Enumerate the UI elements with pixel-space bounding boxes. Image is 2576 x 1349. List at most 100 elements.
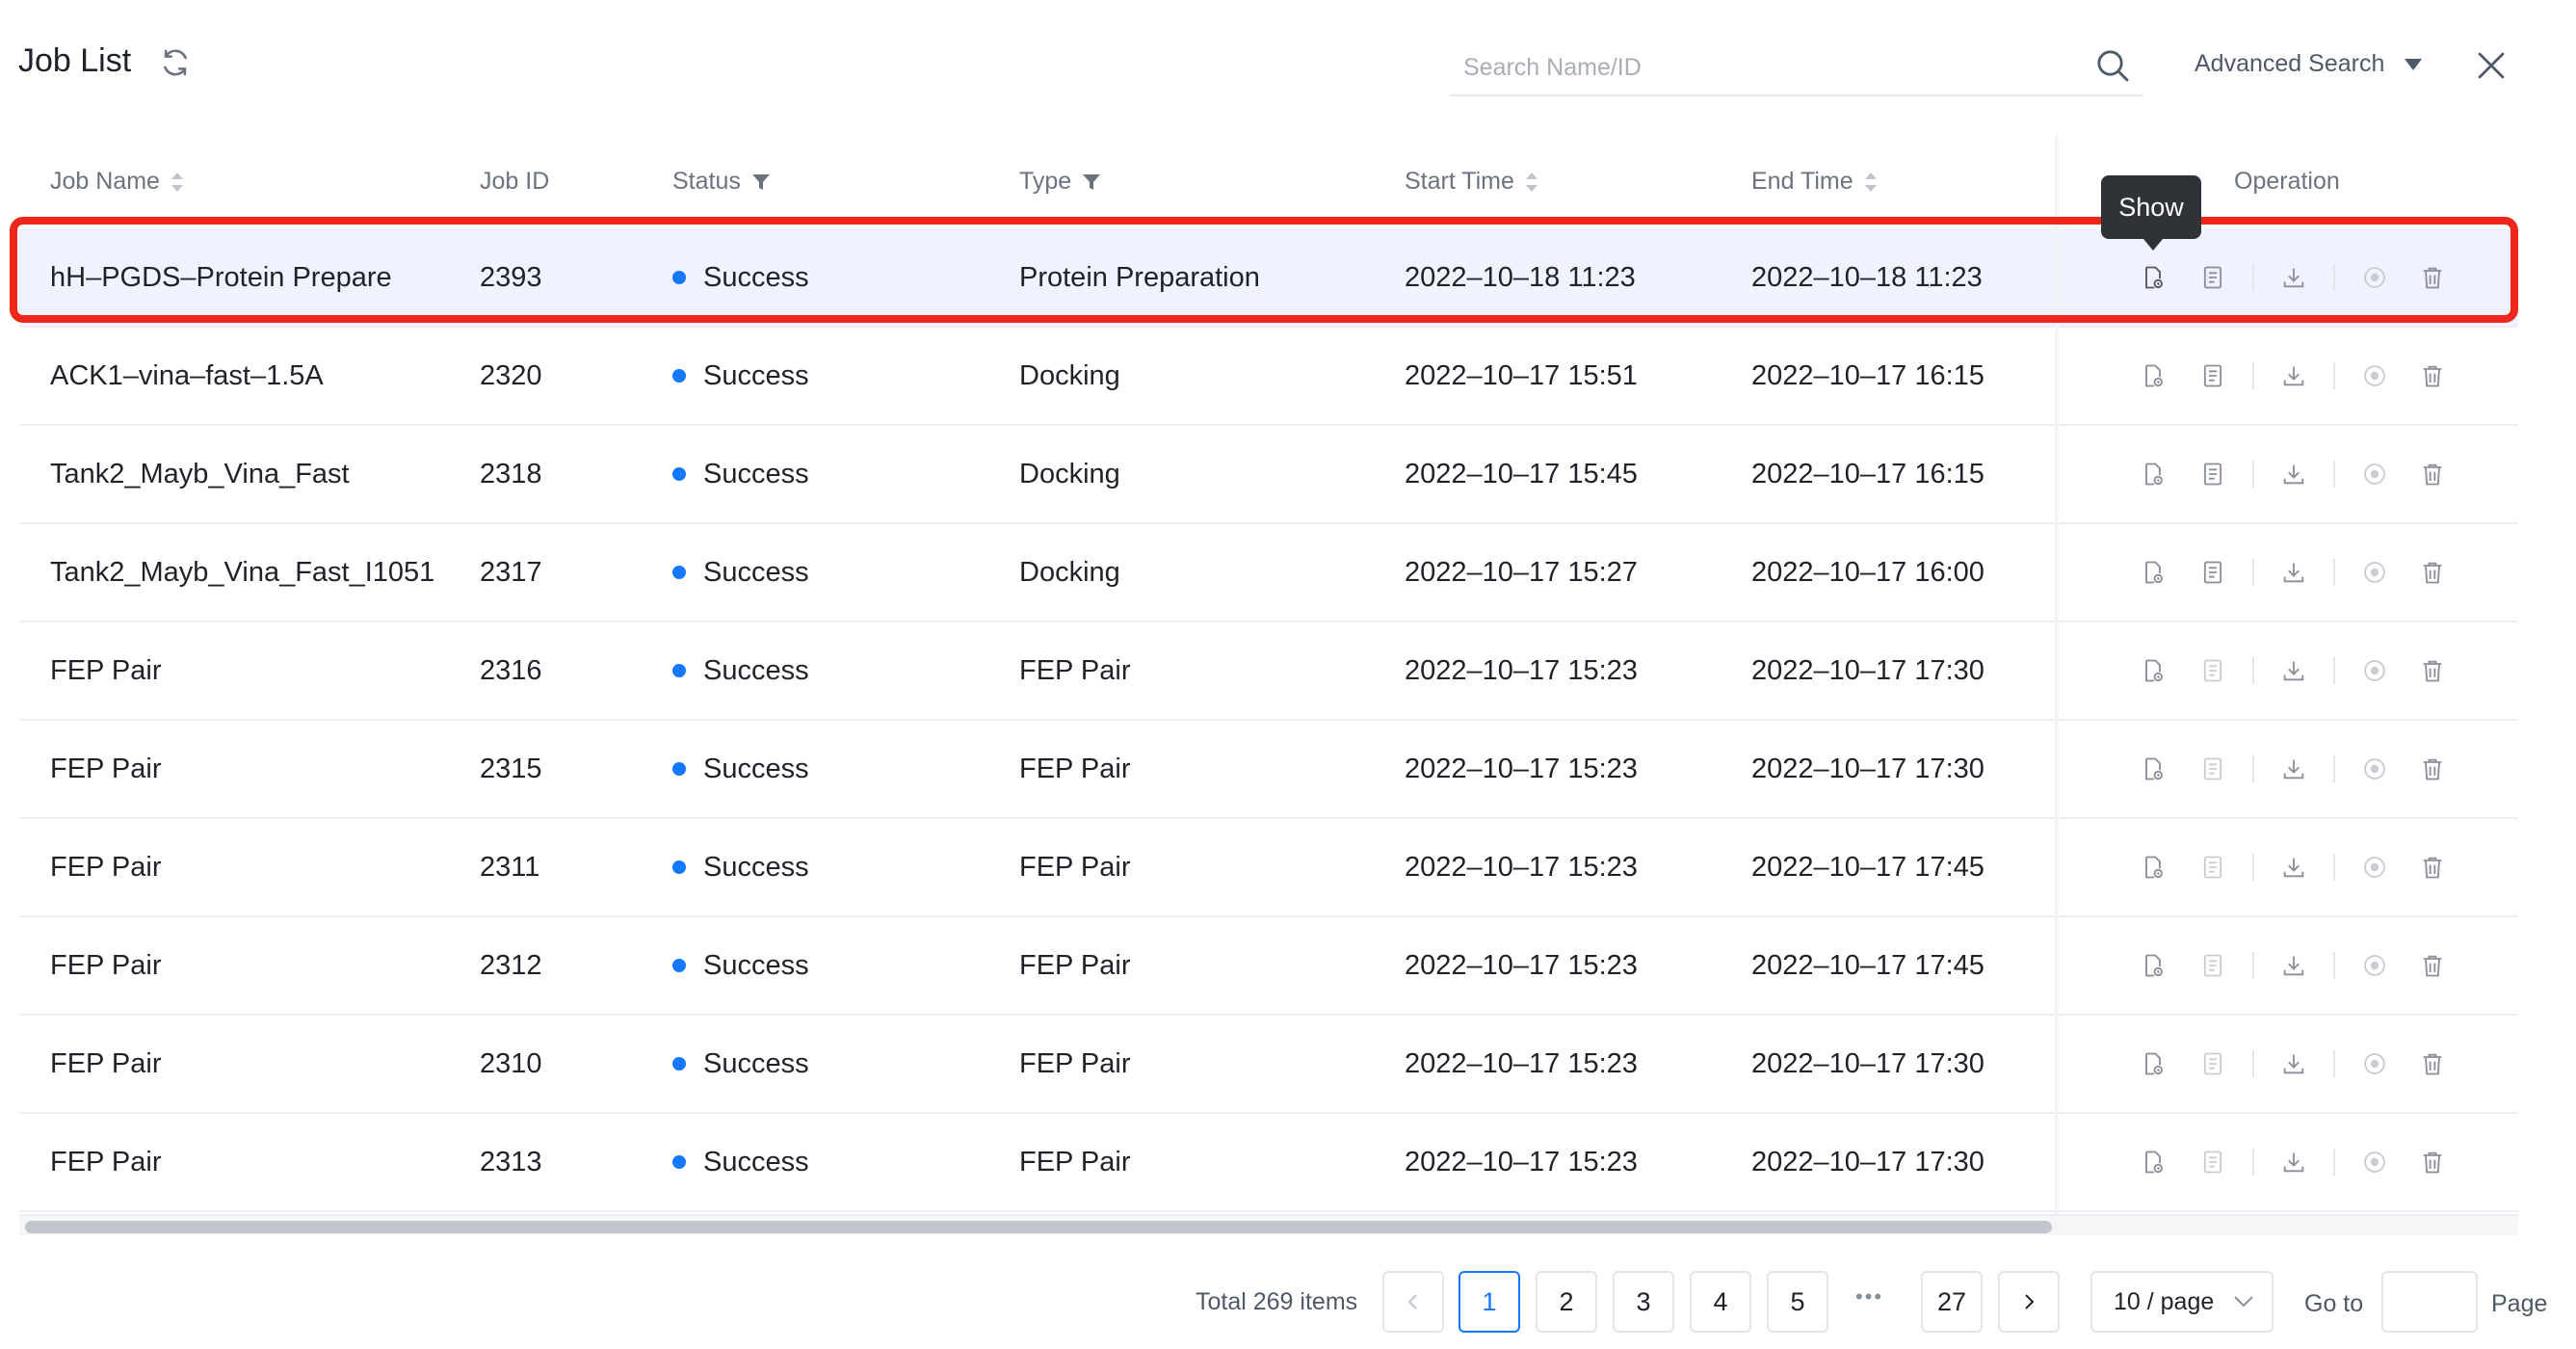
chevron-down-icon	[2234, 1296, 2253, 1308]
trash-icon[interactable]	[2416, 753, 2449, 785]
operation-divider	[2252, 461, 2254, 488]
view-file-icon[interactable]	[2137, 949, 2169, 982]
prev-page-button[interactable]	[1382, 1271, 1444, 1333]
view-file-icon[interactable]	[2137, 1146, 2169, 1178]
stop-circle-icon[interactable]	[2358, 359, 2391, 392]
report-icon[interactable]	[2196, 753, 2229, 785]
page-button-last[interactable]: 27	[1921, 1271, 1983, 1333]
stop-circle-icon[interactable]	[2358, 851, 2391, 884]
advanced-search-button[interactable]: Advanced Search	[2195, 50, 2384, 78]
report-icon[interactable]	[2196, 261, 2229, 294]
download-icon[interactable]	[2277, 556, 2310, 589]
report-icon[interactable]	[2196, 1146, 2229, 1178]
cell-type: FEP Pair	[1019, 851, 1131, 883]
stop-circle-icon[interactable]	[2358, 458, 2391, 490]
page-button-3[interactable]: 3	[1613, 1271, 1674, 1333]
trash-icon[interactable]	[2416, 359, 2449, 392]
trash-icon[interactable]	[2416, 556, 2449, 589]
download-icon[interactable]	[2277, 359, 2310, 392]
view-file-icon[interactable]	[2137, 1047, 2169, 1080]
report-icon[interactable]	[2196, 1047, 2229, 1080]
report-icon[interactable]	[2196, 851, 2229, 884]
table-row[interactable]: FEP Pair 2310 Success FEP Pair 2022–10–17 15…	[19, 1016, 2518, 1114]
report-icon[interactable]	[2196, 458, 2229, 490]
download-icon[interactable]	[2277, 261, 2310, 294]
column-header-start-time[interactable]: Start Time	[1405, 168, 1539, 196]
status-text: Success	[703, 753, 809, 784]
search-icon[interactable]	[2093, 46, 2132, 85]
column-header-type[interactable]: Type	[1019, 168, 1102, 196]
view-file-icon[interactable]	[2137, 753, 2169, 785]
download-icon[interactable]	[2277, 851, 2310, 884]
sort-icon[interactable]	[1863, 170, 1879, 195]
table-row[interactable]: Tank2_Mayb_Vina_Fast 2318 Success Docking 20…	[19, 426, 2518, 524]
download-icon[interactable]	[2277, 753, 2310, 785]
table-row[interactable]: FEP Pair 2312 Success FEP Pair 2022–10–17 15…	[19, 917, 2518, 1016]
trash-icon[interactable]	[2416, 654, 2449, 687]
download-icon[interactable]	[2277, 654, 2310, 687]
cell-status: Success	[672, 328, 809, 424]
stop-circle-icon[interactable]	[2358, 261, 2391, 294]
goto-page-input[interactable]	[2381, 1271, 2478, 1333]
page-size-select[interactable]: 10 / page	[2090, 1271, 2274, 1333]
column-header-end-time[interactable]: End Time	[1751, 168, 1879, 196]
column-header-job-name[interactable]: Job Name	[50, 168, 185, 196]
status-dot	[672, 664, 686, 677]
next-page-button[interactable]	[1998, 1271, 2060, 1333]
stop-circle-icon[interactable]	[2358, 654, 2391, 687]
page-button-2[interactable]: 2	[1536, 1271, 1597, 1333]
trash-icon[interactable]	[2416, 261, 2449, 294]
trash-icon[interactable]	[2416, 458, 2449, 490]
cell-job-name: FEP Pair	[50, 654, 162, 686]
status-text: Success	[703, 359, 809, 391]
report-icon[interactable]	[2196, 949, 2229, 982]
horizontal-scrollbar[interactable]	[19, 1214, 2518, 1235]
stop-circle-icon[interactable]	[2358, 753, 2391, 785]
view-file-icon[interactable]	[2137, 654, 2169, 687]
stop-circle-icon[interactable]	[2358, 1047, 2391, 1080]
filter-icon[interactable]	[750, 172, 772, 193]
report-icon[interactable]	[2196, 654, 2229, 687]
stop-circle-icon[interactable]	[2358, 556, 2391, 589]
column-header-status[interactable]: Status	[672, 168, 772, 196]
report-icon[interactable]	[2196, 359, 2229, 392]
table-row[interactable]: FEP Pair 2316 Success FEP Pair 2022–10–17 15…	[19, 622, 2518, 721]
refresh-icon[interactable]	[159, 46, 192, 79]
filter-icon[interactable]	[1081, 172, 1102, 193]
table-row[interactable]: FEP Pair 2311 Success FEP Pair 2022–10–17 15…	[19, 819, 2518, 917]
table-row[interactable]: Tank2_Mayb_Vina_Fast_I1051 2317 Success Doc…	[19, 524, 2518, 622]
page-button-1[interactable]: 1	[1459, 1271, 1520, 1333]
download-icon[interactable]	[2277, 458, 2310, 490]
trash-icon[interactable]	[2416, 1047, 2449, 1080]
caret-down-icon[interactable]	[2403, 57, 2424, 72]
trash-icon[interactable]	[2416, 1146, 2449, 1178]
view-file-icon[interactable]	[2137, 359, 2169, 392]
page-ellipsis[interactable]: •••	[1855, 1284, 1883, 1309]
status-dot	[672, 1057, 686, 1071]
sort-icon[interactable]	[1524, 170, 1539, 195]
page-button-4[interactable]: 4	[1690, 1271, 1751, 1333]
status-text: Success	[703, 458, 809, 489]
table-row[interactable]: ACK1–vina–fast–1.5A 2320 Success Docking 202…	[19, 328, 2518, 426]
view-file-icon[interactable]	[2137, 458, 2169, 490]
download-icon[interactable]	[2277, 949, 2310, 982]
sort-icon[interactable]	[170, 170, 185, 195]
page-button-5[interactable]: 5	[1767, 1271, 1828, 1333]
trash-icon[interactable]	[2416, 949, 2449, 982]
stop-circle-icon[interactable]	[2358, 949, 2391, 982]
stop-circle-icon[interactable]	[2358, 1146, 2391, 1178]
trash-icon[interactable]	[2416, 851, 2449, 884]
cell-job-id: 2311	[480, 851, 540, 883]
download-icon[interactable]	[2277, 1047, 2310, 1080]
table-row[interactable]: FEP Pair 2315 Success FEP Pair 2022–10–17 15…	[19, 721, 2518, 819]
close-icon[interactable]	[2474, 48, 2509, 83]
view-file-icon[interactable]	[2137, 261, 2169, 294]
scrollbar-thumb[interactable]	[25, 1221, 2052, 1233]
download-icon[interactable]	[2277, 1146, 2310, 1178]
view-file-icon[interactable]	[2137, 851, 2169, 884]
table-row[interactable]: FEP Pair 2313 Success FEP Pair 2022–10–17 15…	[19, 1114, 2518, 1212]
operation-divider	[2252, 362, 2254, 389]
search-input[interactable]	[1463, 48, 2061, 87]
view-file-icon[interactable]	[2137, 556, 2169, 589]
report-icon[interactable]	[2196, 556, 2229, 589]
